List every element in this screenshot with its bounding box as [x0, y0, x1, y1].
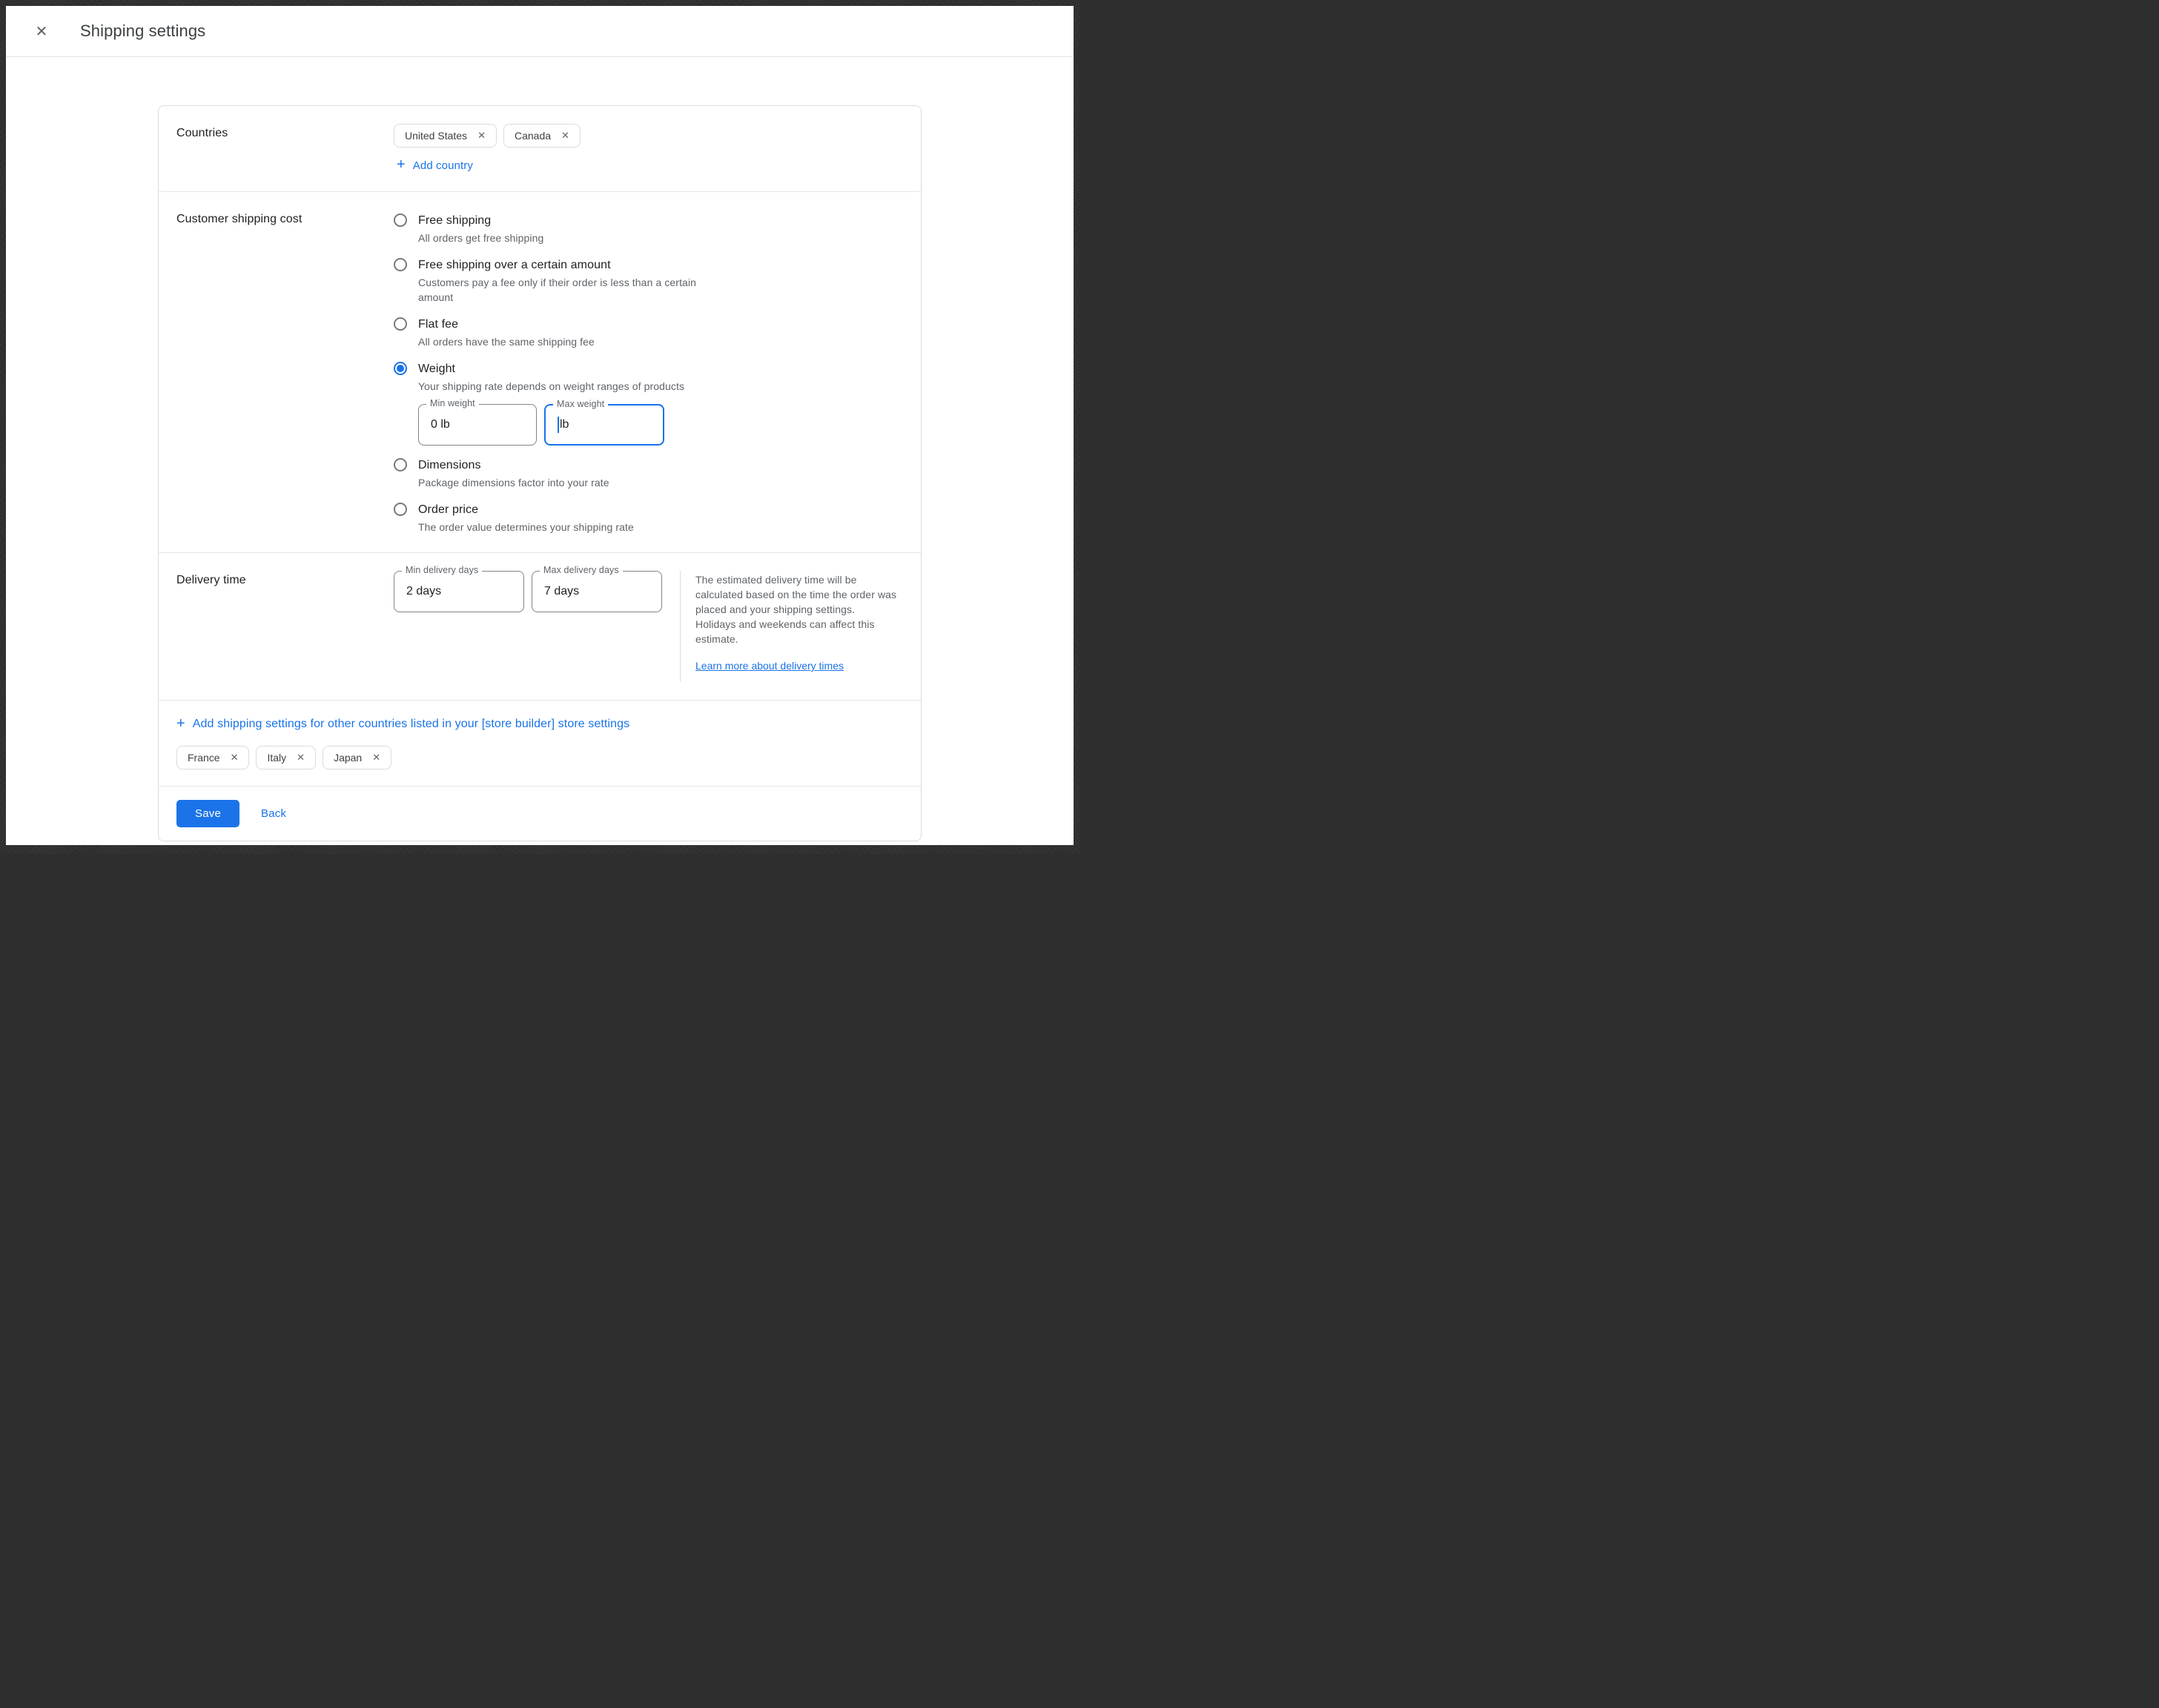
option-description: All orders have the same shipping fee: [418, 334, 595, 349]
text-caret: [558, 417, 559, 433]
radio-free-shipping-over-amount[interactable]: [394, 258, 407, 271]
option-dimensions: Dimensions Package dimensions factor int…: [394, 457, 903, 490]
min-delivery-days-value: 2 days: [406, 585, 441, 598]
chip-italy[interactable]: Italy ✕: [256, 746, 316, 769]
weight-fields-row: Min weight 0 lb Max weight lb: [418, 404, 684, 446]
add-other-countries-link[interactable]: + Add shipping settings for other countr…: [176, 717, 629, 732]
min-weight-field-label: Min weight: [426, 398, 479, 408]
add-country-label: Add country: [413, 159, 473, 172]
option-description: The order value determines your shipping…: [418, 520, 634, 534]
learn-more-link[interactable]: Learn more about delivery times: [695, 660, 844, 672]
other-countries-section: + Add shipping settings for other countr…: [159, 700, 921, 786]
radio-dimensions[interactable]: [394, 458, 407, 471]
chip-remove-icon[interactable]: ✕: [561, 130, 569, 142]
max-delivery-days-value: 7 days: [544, 585, 579, 598]
countries-section: Countries United States ✕ Canada ✕ + Ad: [159, 106, 921, 191]
chip-label: Japan: [334, 752, 362, 764]
option-free-shipping: Free shipping All orders get free shippi…: [394, 213, 903, 245]
max-weight-field[interactable]: Max weight lb: [544, 404, 664, 446]
shipping-cost-section: Customer shipping cost Free shipping All…: [159, 191, 921, 552]
option-title: Weight: [418, 361, 684, 377]
option-title: Flat fee: [418, 317, 595, 333]
save-button[interactable]: Save: [176, 800, 239, 827]
max-delivery-days-field[interactable]: Max delivery days 7 days: [532, 571, 662, 612]
chip-remove-icon[interactable]: ✕: [372, 752, 380, 764]
close-icon[interactable]: ✕: [33, 22, 50, 40]
chip-canada[interactable]: Canada ✕: [503, 124, 581, 148]
plus-icon: +: [176, 716, 185, 731]
min-delivery-days-field[interactable]: Min delivery days 2 days: [394, 571, 524, 612]
chip-label: United States: [405, 130, 467, 142]
radio-flat-fee[interactable]: [394, 317, 407, 331]
option-flat-fee: Flat fee All orders have the same shippi…: [394, 317, 903, 349]
vertical-divider: [680, 571, 681, 682]
delivery-time-section: Delivery time Min delivery days 2 days M…: [159, 552, 921, 700]
chip-remove-icon[interactable]: ✕: [297, 752, 305, 764]
add-other-countries-label: Add shipping settings for other countrie…: [193, 718, 629, 731]
min-weight-value: 0 lb: [431, 418, 450, 431]
add-country-button[interactable]: + Add country: [397, 158, 473, 173]
chip-remove-icon[interactable]: ✕: [477, 130, 486, 142]
shipping-cost-options: Free shipping All orders get free shippi…: [394, 210, 903, 534]
option-description: All orders get free shipping: [418, 231, 543, 245]
settings-card: Countries United States ✕ Canada ✕ + Ad: [158, 105, 922, 841]
chip-united-states[interactable]: United States ✕: [394, 124, 497, 148]
card-footer: Save Back: [159, 786, 921, 841]
option-title: Order price: [418, 502, 634, 518]
chip-remove-icon[interactable]: ✕: [231, 752, 239, 764]
chip-japan[interactable]: Japan ✕: [323, 746, 391, 769]
radio-free-shipping[interactable]: [394, 214, 407, 227]
other-countries-chip-row: France ✕ Italy ✕ Japan ✕: [176, 746, 903, 769]
shipping-cost-label: Customer shipping cost: [176, 210, 394, 534]
dialog-header: ✕ Shipping settings: [6, 6, 1074, 57]
option-title: Free shipping over a certain amount: [418, 257, 707, 274]
option-description: Your shipping rate depends on weight ran…: [418, 379, 684, 394]
radio-weight[interactable]: [394, 362, 407, 375]
delivery-fields-row: Min delivery days 2 days Max delivery da…: [394, 571, 662, 682]
chip-label: France: [188, 752, 220, 764]
option-order-price: Order price The order value determines y…: [394, 502, 903, 534]
delivery-time-label: Delivery time: [176, 571, 394, 682]
option-free-shipping-over-amount: Free shipping over a certain amount Cust…: [394, 257, 903, 305]
max-weight-field-label: Max weight: [553, 399, 608, 409]
page-title: Shipping settings: [80, 21, 205, 41]
countries-label: Countries: [176, 124, 394, 173]
countries-chip-row: United States ✕ Canada ✕: [394, 124, 903, 148]
shipping-settings-dialog: ✕ Shipping settings Countries United Sta…: [6, 6, 1074, 845]
max-weight-value: lb: [560, 418, 569, 431]
option-weight: Weight Your shipping rate depends on wei…: [394, 361, 903, 446]
chip-label: Italy: [267, 752, 286, 764]
option-title: Dimensions: [418, 457, 609, 474]
max-delivery-days-label: Max delivery days: [540, 565, 623, 575]
plus-icon: +: [397, 157, 406, 172]
option-title: Free shipping: [418, 213, 543, 229]
radio-order-price[interactable]: [394, 503, 407, 516]
back-button[interactable]: Back: [261, 807, 286, 820]
chip-france[interactable]: France ✕: [176, 746, 249, 769]
option-description: Customers pay a fee only if their order …: [418, 275, 707, 305]
delivery-note-text: The estimated delivery time will be calc…: [695, 572, 897, 646]
option-description: Package dimensions factor into your rate: [418, 475, 609, 490]
min-weight-field[interactable]: Min weight 0 lb: [418, 404, 537, 446]
min-delivery-days-label: Min delivery days: [402, 565, 482, 575]
chip-label: Canada: [515, 130, 551, 142]
